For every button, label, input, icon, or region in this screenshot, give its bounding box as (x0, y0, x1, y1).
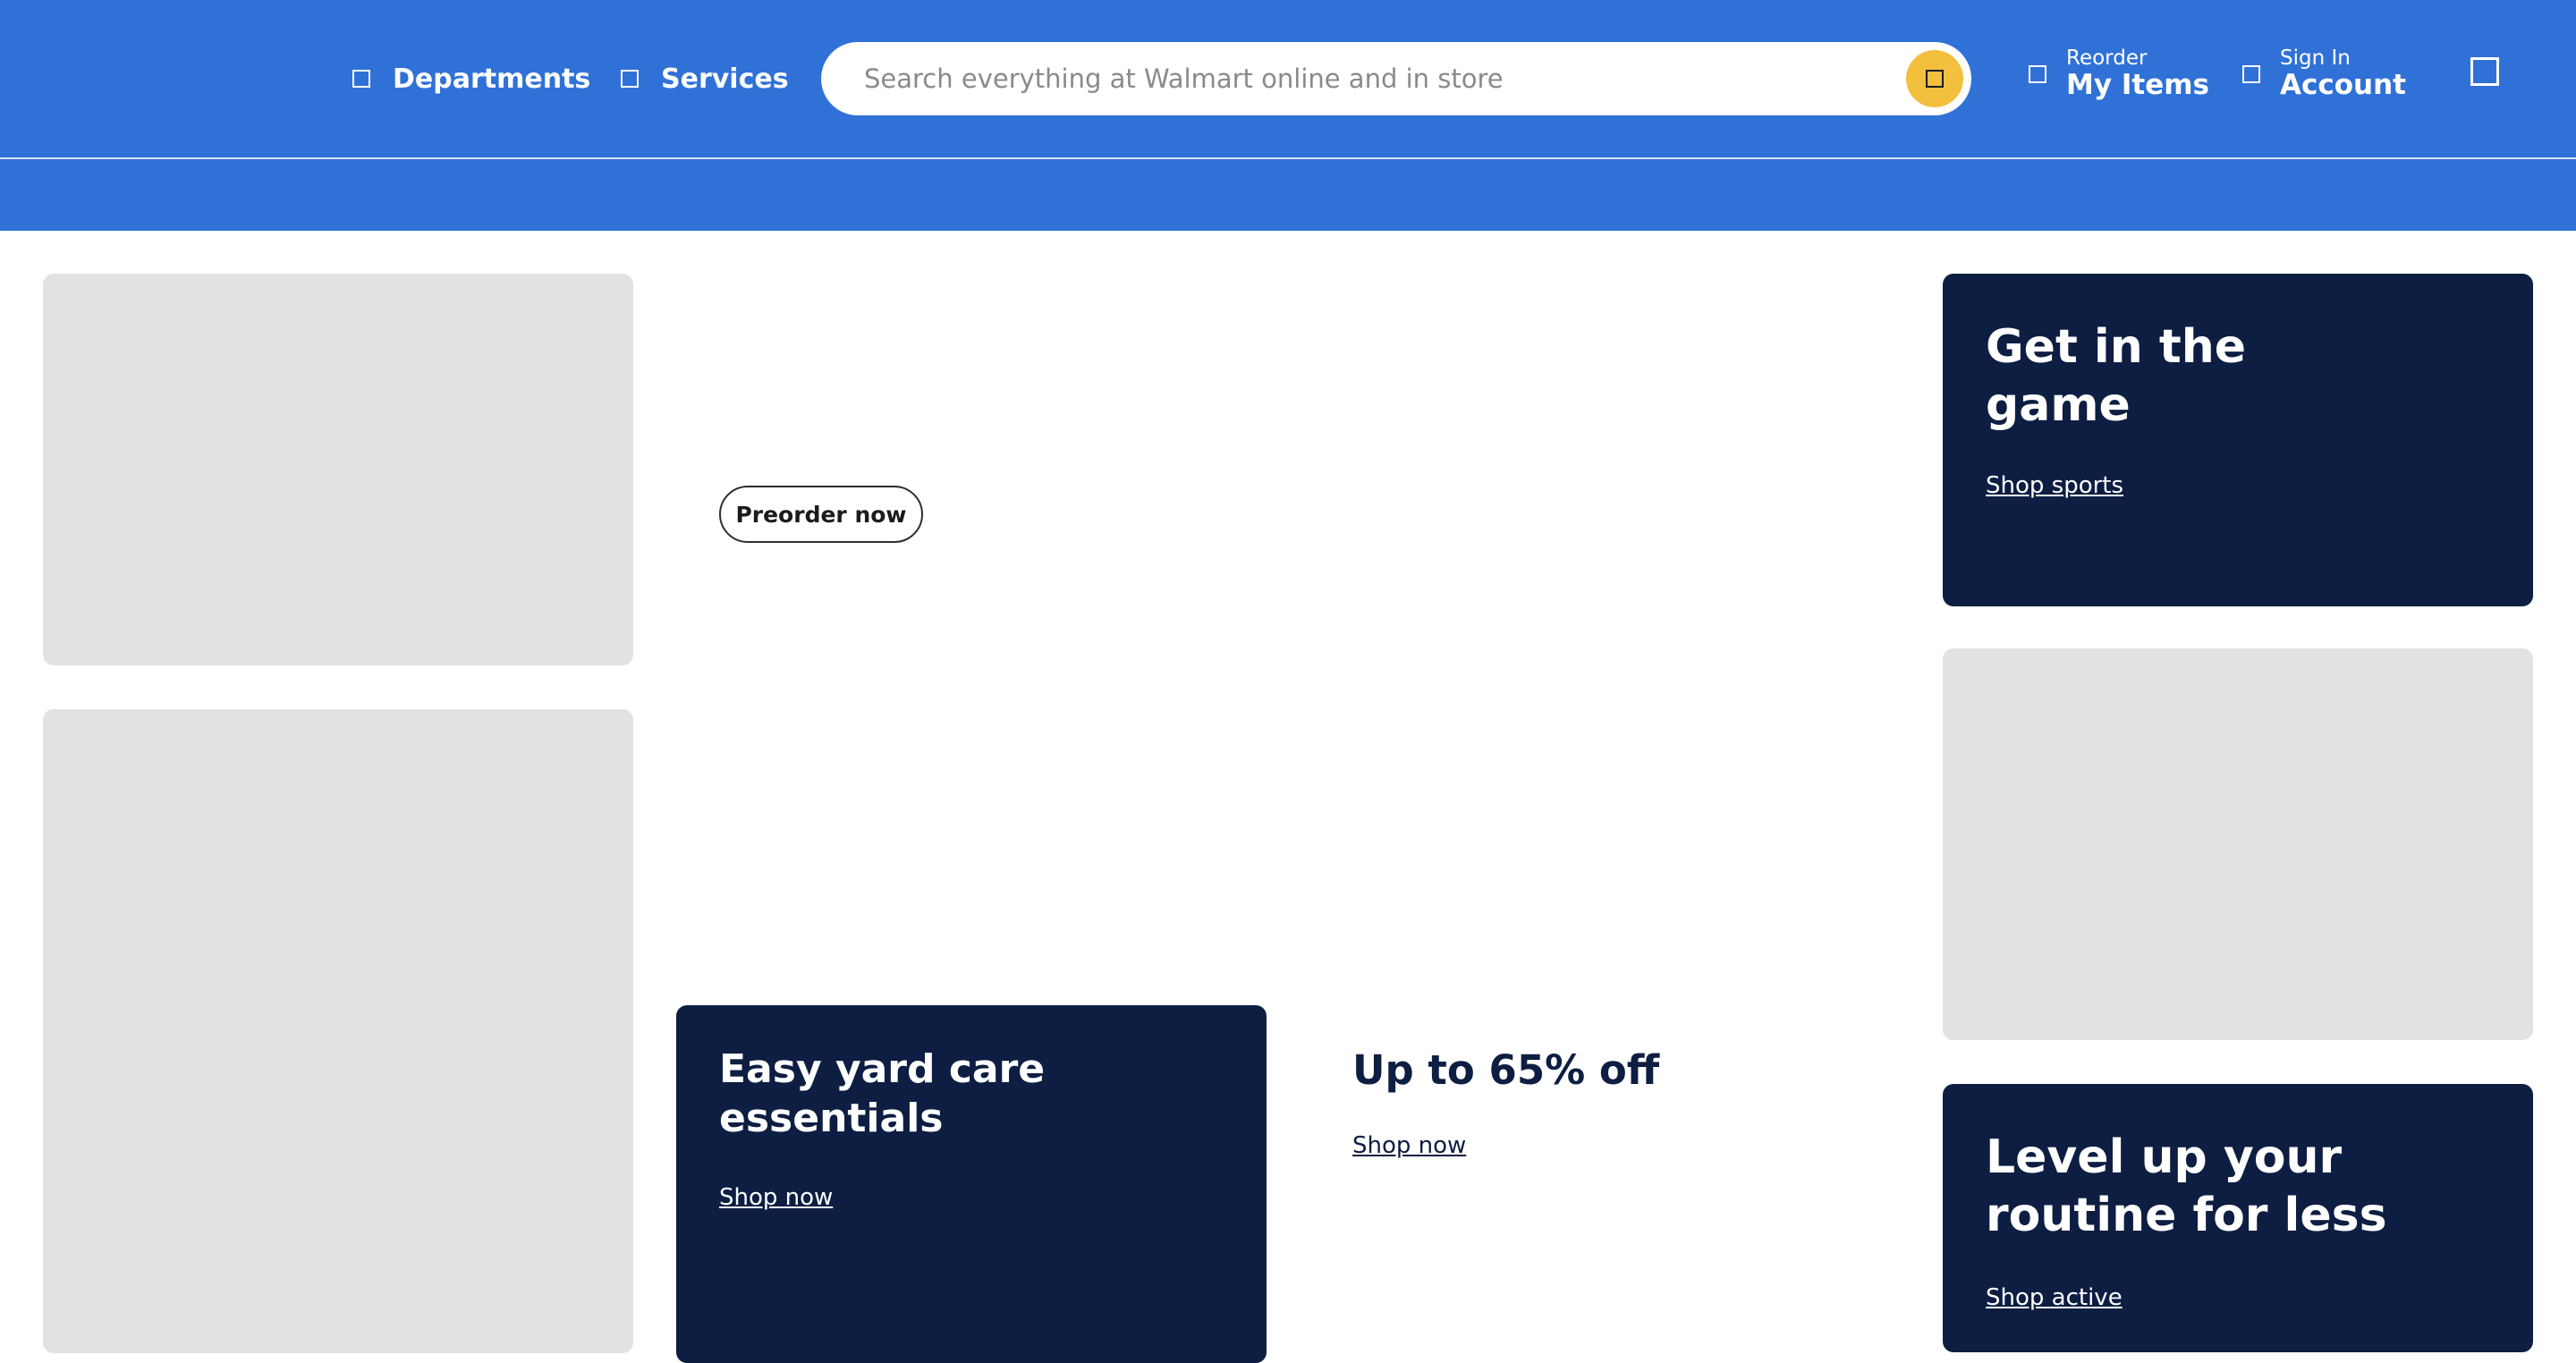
active-title: Level up your routine for less (1986, 1130, 2387, 1242)
search-icon (1926, 70, 1944, 88)
grid-icon (352, 70, 370, 88)
reorder-icon (2029, 65, 2046, 84)
image-placeholder-bottom-left (43, 709, 633, 1353)
sign-in-label: Sign In (2280, 47, 2351, 70)
account-label: Account (2280, 69, 2406, 102)
yard-care-card[interactable]: Easy yard care essentials Shop now (676, 1005, 1267, 1363)
cart-icon[interactable] (2470, 57, 2499, 86)
sale-shop-now-link[interactable]: Shop now (1352, 1132, 1466, 1159)
sale-title: Up to 65% off (1352, 1046, 1660, 1094)
sports-card[interactable]: Get in the game Shop sports (1943, 274, 2533, 606)
preorder-now-button[interactable]: Preorder now (719, 486, 923, 543)
user-icon (2242, 65, 2260, 84)
departments-button[interactable]: Departments (352, 59, 590, 98)
site-header: Departments Services Reorder My Items Si… (0, 0, 2576, 231)
services-label: Services (661, 63, 789, 95)
sports-title: Get in the game (1986, 320, 2247, 432)
search-button[interactable] (1906, 50, 1963, 107)
search-bar (821, 42, 1971, 115)
header-divider (0, 157, 2576, 159)
yard-shop-now-link[interactable]: Shop now (719, 1184, 833, 1211)
shop-active-link[interactable]: Shop active (1986, 1284, 2123, 1311)
departments-label: Departments (393, 63, 591, 95)
image-placeholder-right (1943, 648, 2533, 1040)
image-placeholder-top-left (43, 274, 633, 665)
active-card[interactable]: Level up your routine for less Shop acti… (1943, 1084, 2533, 1352)
my-items-label: My Items (2066, 69, 2209, 102)
sign-in-account-button[interactable]: Sign In Account (2242, 47, 2406, 102)
yard-care-title: Easy yard care essentials (719, 1046, 1046, 1141)
reorder-my-items-button[interactable]: Reorder My Items (2029, 47, 2209, 102)
search-input[interactable] (862, 42, 1810, 115)
shop-sports-link[interactable]: Shop sports (1986, 472, 2123, 499)
services-icon (621, 70, 639, 88)
reorder-label: Reorder (2066, 47, 2148, 70)
services-button[interactable]: Services (621, 59, 789, 98)
